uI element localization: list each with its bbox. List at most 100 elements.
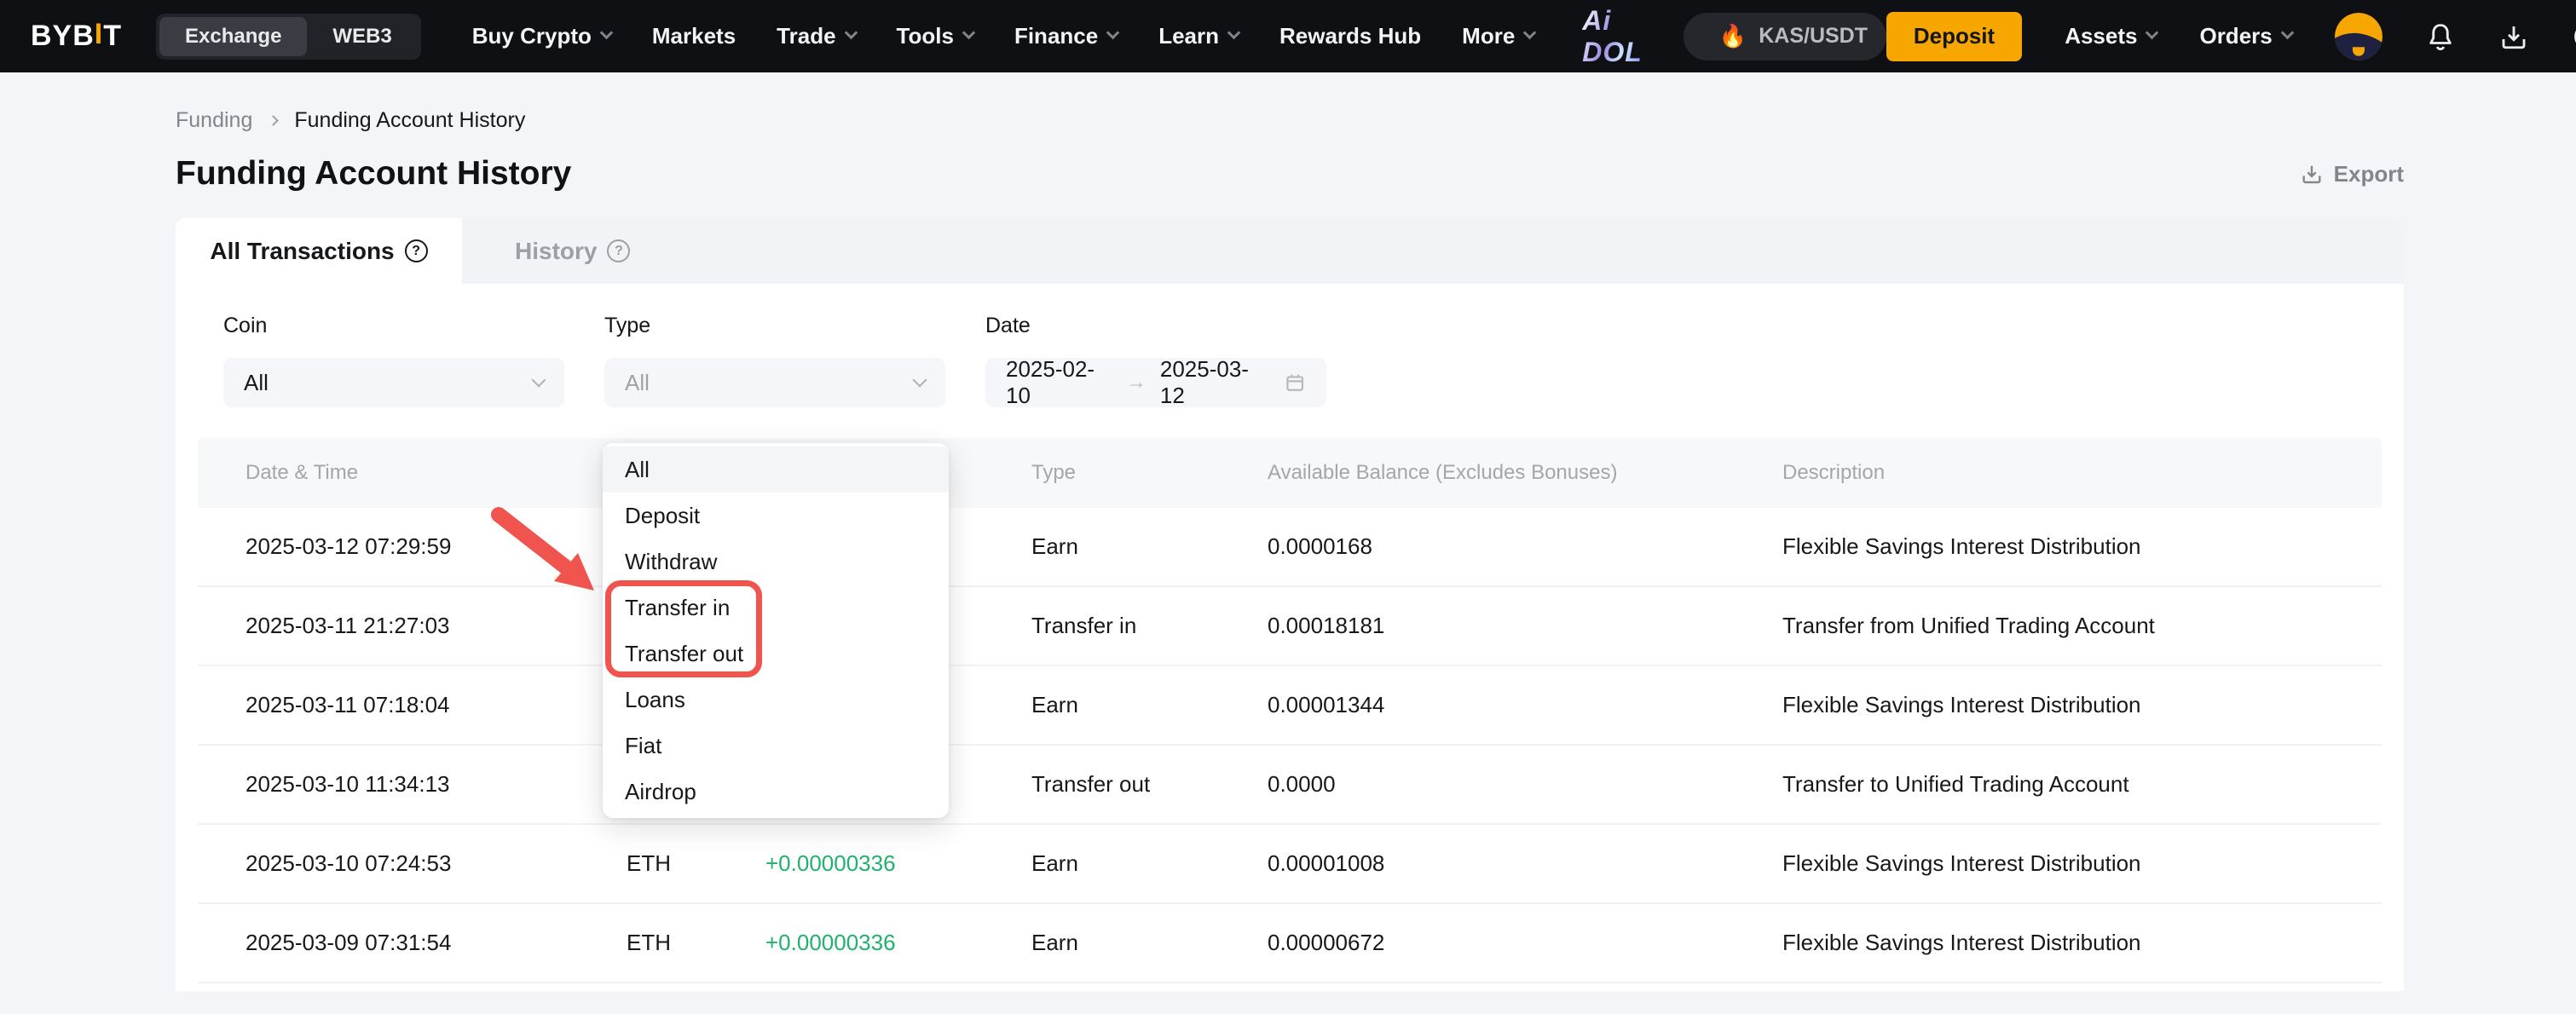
title-row: Funding Account History Export	[176, 155, 2404, 193]
date-end[interactable]: 2025-03-12	[1160, 356, 1267, 409]
cell-description: Flexible Savings Interest Distribution	[1782, 533, 2382, 560]
type-option-fiat[interactable]: Fiat	[603, 723, 949, 769]
table-row: 2025-03-10 11:34:13 Transfer out 0.0000 …	[198, 746, 2382, 825]
cell-balance: 0.0000	[1268, 771, 1782, 798]
chevron-down-icon	[2280, 26, 2294, 40]
language-button[interactable]	[2572, 21, 2576, 52]
col-available-balance: Available Balance (Excludes Bonuses)	[1268, 461, 1782, 485]
type-label: Type	[604, 314, 945, 338]
cell-type: Earn	[1031, 533, 1268, 560]
bybit-logo[interactable]: BYBIT	[31, 20, 122, 53]
fire-icon: 🔥	[1719, 23, 1747, 49]
type-option-withdraw[interactable]: Withdraw	[603, 539, 949, 585]
nav-buy-crypto[interactable]: Buy Crypto	[472, 23, 611, 49]
cell-description: Flexible Savings Interest Distribution	[1782, 850, 2382, 877]
deposit-button[interactable]: Deposit	[1886, 12, 2022, 61]
cell-balance: 0.00000672	[1268, 930, 1782, 956]
cell-coin: ETH	[627, 850, 765, 877]
help-icon[interactable]: ?	[405, 239, 428, 262]
cell-type: Earn	[1031, 850, 1268, 877]
chevron-down-icon	[1106, 26, 1120, 40]
breadcrumb-current: Funding Account History	[294, 108, 525, 133]
coin-select[interactable]: All	[223, 358, 564, 407]
nav-learn[interactable]: Learn	[1158, 23, 1239, 49]
page-title: Funding Account History	[176, 155, 571, 193]
table-row: 2025-03-12 07:29:59 Earn 0.0000168 Flexi…	[198, 508, 2382, 587]
date-start[interactable]: 2025-02-10	[1006, 356, 1112, 409]
nav-finance[interactable]: Finance	[1014, 23, 1118, 49]
cell-type: Earn	[1031, 930, 1268, 956]
nav-assets[interactable]: Assets	[2065, 23, 2157, 49]
cell-balance: 0.00018181	[1268, 613, 1782, 639]
aidol-logo[interactable]: Ai DOL	[1582, 5, 1643, 68]
cell-description: Flexible Savings Interest Distribution	[1782, 692, 2382, 718]
type-option-deposit[interactable]: Deposit	[603, 493, 949, 539]
tab-history[interactable]: History ?	[462, 218, 683, 284]
page-content: Funding Funding Account History Funding …	[0, 108, 2576, 991]
tab-all-transactions[interactable]: All Transactions ?	[176, 218, 462, 284]
table-row: 2025-03-09 07:31:54 ETH +0.00000336 Earn…	[198, 904, 2382, 983]
chevron-down-icon	[913, 373, 927, 388]
nav-trade[interactable]: Trade	[777, 23, 855, 49]
chevron-down-icon	[1523, 26, 1537, 40]
notifications-button[interactable]	[2425, 21, 2456, 52]
chevron-down-icon	[600, 26, 614, 40]
cell-description: Flexible Savings Interest Distribution	[1782, 930, 2382, 956]
filter-coin: Coin All	[223, 314, 564, 407]
exchange-web3-toggle: Exchange WEB3	[156, 14, 421, 60]
nav-tools[interactable]: Tools	[897, 23, 973, 49]
col-type: Type	[1031, 461, 1268, 485]
nav-orders[interactable]: Orders	[2199, 23, 2291, 49]
filters: Coin All Type All Date	[176, 284, 2404, 407]
calendar-icon	[1284, 371, 1306, 395]
type-select[interactable]: All	[604, 358, 945, 407]
bell-icon	[2425, 21, 2456, 52]
type-option-transfer-in[interactable]: Transfer in	[603, 585, 949, 631]
avatar-face	[2335, 13, 2383, 60]
chevron-down-icon	[962, 26, 976, 40]
cell-date: 2025-03-10 11:34:13	[245, 771, 627, 798]
cell-type: Transfer out	[1031, 771, 1268, 798]
logo-text-1: BYB	[31, 20, 95, 53]
logo-text-2: T	[103, 20, 122, 53]
nav-menu: Buy Crypto Markets Trade Tools Finance L…	[472, 23, 1535, 49]
table-row: 2025-03-10 07:24:53 ETH +0.00000336 Earn…	[198, 825, 2382, 904]
chevron-down-icon	[844, 26, 858, 40]
download-icon	[2498, 21, 2529, 52]
download-app-button[interactable]	[2498, 21, 2529, 52]
nav-rewards-hub[interactable]: Rewards Hub	[1279, 23, 1421, 49]
tab-strip: All Transactions ? History ?	[176, 218, 2404, 284]
cell-balance: 0.00001344	[1268, 692, 1782, 718]
nav-right-group: Deposit Assets Orders	[1886, 12, 2576, 61]
search-input[interactable]: 🔥 KAS/USDT	[1684, 13, 1886, 60]
date-separator-icon: →	[1126, 371, 1146, 395]
logo-accent: I	[95, 18, 103, 51]
avatar[interactable]	[2335, 13, 2383, 60]
nav-more[interactable]: More	[1462, 23, 1534, 49]
chevron-down-icon	[1227, 26, 1241, 40]
toggle-web3[interactable]: WEB3	[307, 17, 417, 56]
export-button[interactable]: Export	[2300, 161, 2404, 187]
filter-type: Type All	[604, 314, 945, 407]
breadcrumb-separator-icon	[268, 115, 279, 126]
toggle-exchange[interactable]: Exchange	[159, 17, 307, 56]
export-icon	[2300, 162, 2324, 186]
coin-label: Coin	[223, 314, 564, 338]
cell-description: Transfer from Unified Trading Account	[1782, 613, 2382, 639]
type-option-airdrop[interactable]: Airdrop	[603, 769, 949, 815]
help-icon[interactable]: ?	[607, 239, 630, 262]
nav-markets[interactable]: Markets	[652, 23, 736, 49]
type-option-loans[interactable]: Loans	[603, 677, 949, 723]
type-option-all[interactable]: All	[603, 447, 949, 493]
type-option-transfer-out[interactable]: Transfer out	[603, 631, 949, 677]
cell-date: 2025-03-11 07:18:04	[245, 692, 627, 718]
globe-icon	[2572, 21, 2576, 52]
cell-date: 2025-03-11 21:27:03	[245, 613, 627, 639]
cell-description: Transfer to Unified Trading Account	[1782, 771, 2382, 798]
col-date-time: Date & Time	[245, 461, 627, 485]
search-value: KAS/USDT	[1759, 24, 1868, 49]
date-label: Date	[985, 314, 1326, 338]
date-range-picker[interactable]: 2025-02-10 → 2025-03-12	[985, 358, 1326, 407]
cell-date: 2025-03-10 07:24:53	[245, 850, 627, 877]
breadcrumb-funding[interactable]: Funding	[176, 108, 252, 133]
